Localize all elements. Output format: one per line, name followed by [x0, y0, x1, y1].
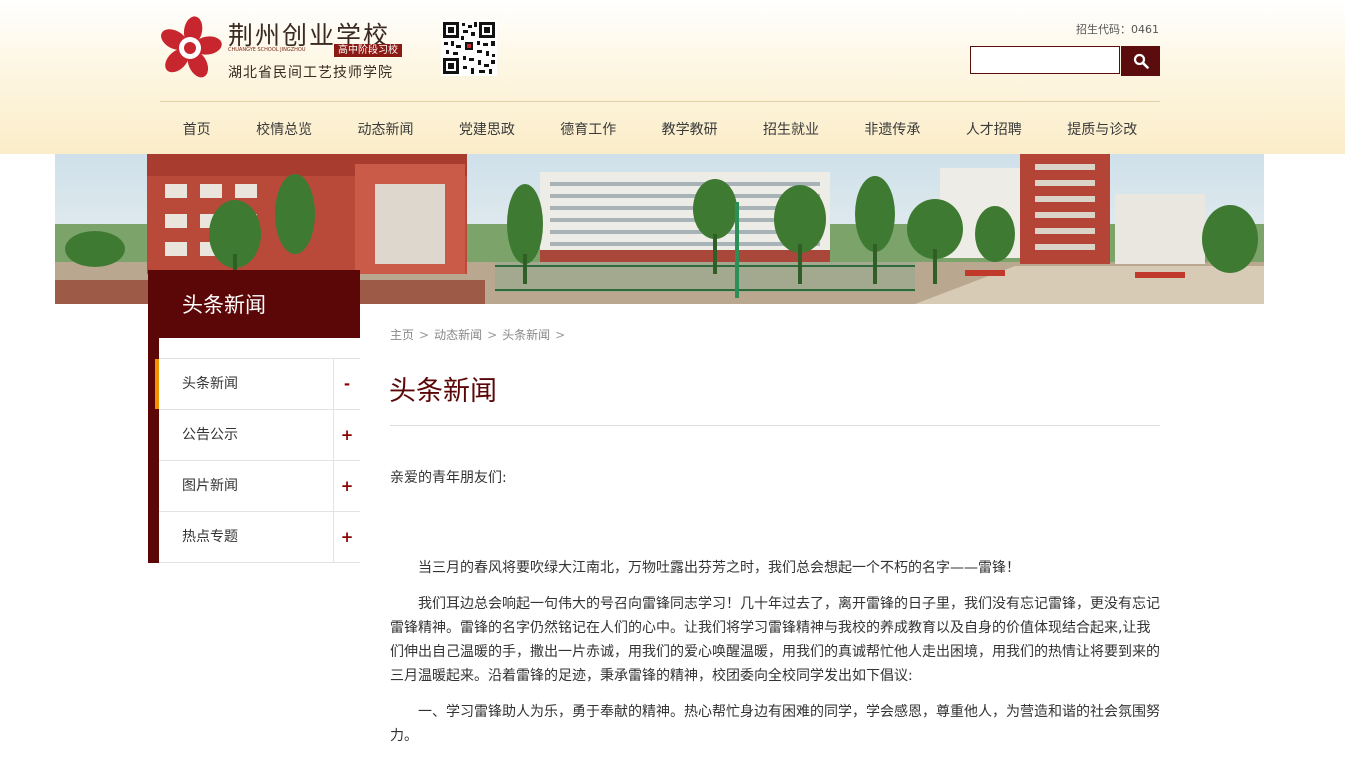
sidebar-item-photo-news[interactable]: 图片新闻 +	[159, 461, 360, 512]
breadcrumb-news[interactable]: 动态新闻	[434, 328, 482, 342]
nav-item-news[interactable]: 动态新闻	[357, 119, 413, 139]
main-nav: 首页 校情总览 动态新闻 党建思政 德育工作 教学教研 招生就业 非遗传承 人才…	[160, 104, 1160, 154]
nav-item-home[interactable]: 首页	[183, 119, 211, 139]
breadcrumb: 主页 > 动态新闻 > 头条新闻 >	[390, 326, 570, 343]
sidebar-item-label: 图片新闻	[182, 478, 238, 494]
nav-item-enrollment[interactable]: 招生就业	[763, 119, 819, 139]
search-button[interactable]	[1121, 46, 1160, 76]
article-paragraph: 当三月的春风将要吹绿大江南北，万物吐露出芬芳之时，我们总会想起一个不朽的名字——…	[418, 560, 1020, 576]
chevron-right-icon: >	[487, 328, 498, 342]
nav-item-recruitment[interactable]: 人才招聘	[966, 119, 1022, 139]
search-icon	[1133, 53, 1149, 69]
sidebar-item-label: 头条新闻	[182, 376, 238, 392]
nav-item-party[interactable]: 党建思政	[459, 119, 515, 139]
breadcrumb-home[interactable]: 主页	[390, 328, 414, 342]
expand-icon[interactable]: +	[334, 410, 360, 460]
nav-item-heritage[interactable]: 非遗传承	[864, 119, 920, 139]
school-subtitle: 湖北省民间工艺技师学院	[228, 65, 393, 81]
school-logo[interactable]: 荆州创业学校 CHUANGYE SCHOOL JINGZHOU 高中阶段习校 湖…	[158, 14, 418, 82]
sidebar-item-notices[interactable]: 公告公示 +	[159, 410, 360, 461]
flower-logo-icon	[161, 16, 222, 78]
search-input[interactable]	[970, 46, 1120, 74]
enroll-code: 招生代码：0461	[1076, 23, 1159, 36]
expand-icon[interactable]: +	[334, 512, 360, 562]
article-paragraph: 我们耳边总会响起一句伟大的号召向雷锋同志学习！几十年过去了，离开雷锋的日子里，我…	[390, 596, 1160, 684]
nav-item-overview[interactable]: 校情总览	[256, 119, 312, 139]
nav-item-quality[interactable]: 提质与诊改	[1067, 119, 1137, 139]
qr-code-icon	[441, 20, 497, 76]
expand-icon[interactable]: +	[334, 461, 360, 511]
school-name-en: CHUANGYE SCHOOL JINGZHOU	[228, 47, 306, 53]
article-greeting: 亲爱的青年朋友们:	[390, 470, 507, 486]
chevron-right-icon: >	[419, 328, 430, 342]
sidebar-item-label: 热点专题	[182, 529, 238, 545]
sidebar-title: 头条新闻	[148, 270, 360, 338]
chevron-right-icon: >	[555, 328, 566, 342]
nav-item-teaching[interactable]: 教学教研	[662, 119, 718, 139]
sidebar-menu: 头条新闻 - 公告公示 + 图片新闻 + 热点专题 +	[155, 358, 360, 563]
school-tag: 高中阶段习校	[334, 44, 402, 57]
header-divider	[160, 101, 1160, 102]
article-paragraph: 一、学习雷锋助人为乐，勇于奉献的精神。热心帮忙身边有困难的同学，学会感恩，尊重他…	[390, 704, 1160, 744]
sidebar-item-headlines[interactable]: 头条新闻 -	[155, 358, 360, 410]
sidebar-item-hot-topics[interactable]: 热点专题 +	[159, 512, 360, 563]
title-divider	[390, 425, 1160, 426]
collapse-icon[interactable]: -	[334, 359, 360, 409]
page-title: 头条新闻	[389, 376, 497, 407]
nav-item-moral[interactable]: 德育工作	[560, 119, 616, 139]
sidebar-item-label: 公告公示	[182, 427, 238, 443]
breadcrumb-headlines[interactable]: 头条新闻	[502, 328, 550, 342]
article-body: 亲爱的青年朋友们: 当三月的春风将要吹绿大江南北，万物吐露出芬芳之时，我们总会想…	[390, 466, 1162, 760]
